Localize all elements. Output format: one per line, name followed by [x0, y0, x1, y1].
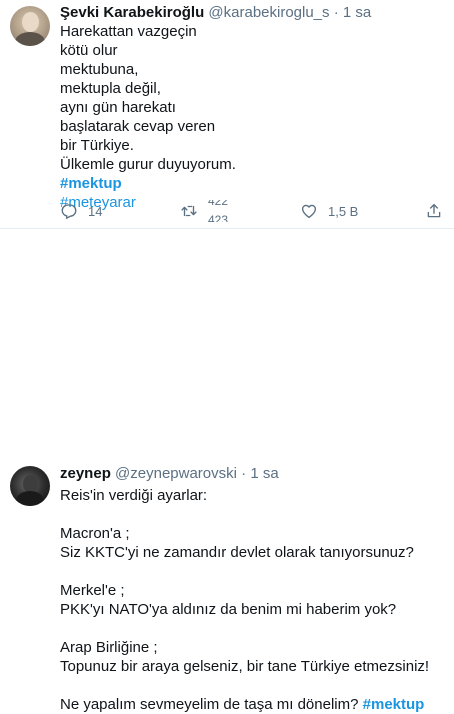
hashtag-link[interactable]: #mektup [60, 175, 122, 192]
retweet-count-new: 423 [208, 213, 229, 222]
text-line: mektubuna, [60, 61, 139, 78]
tweet-header: Şevki Karabekiroğlu @karabekiroglu_s · 1… [60, 3, 371, 23]
avatar-shoulders [16, 491, 44, 506]
tweet-text: Reis'in verdiği ayarlar: Macron'a ; Siz … [60, 486, 429, 714]
avatar-shoulders [15, 32, 45, 46]
tweet-header: zeynep @zeynepwarovski · 1 sa [60, 464, 279, 484]
reply-icon [61, 204, 77, 220]
like-icon [301, 204, 317, 219]
share-icon [427, 203, 441, 218]
separator: · [241, 465, 247, 482]
timestamp[interactable]: 1 sa [250, 465, 278, 482]
timestamp[interactable]: 1 sa [343, 4, 371, 21]
tweet[interactable]: Şevki Karabekiroğlu @karabekiroglu_s · 1… [0, 0, 454, 229]
avatar[interactable] [10, 6, 50, 46]
like-count: 1,5 B [328, 203, 359, 219]
text-line: bir Türkiye. [60, 137, 134, 154]
hashtag-link[interactable]: #mektup [363, 696, 425, 713]
text-line: mektupla değil, [60, 80, 161, 97]
text-line: Harekattan vazgeçin [60, 23, 197, 40]
reply-count: 14 [88, 203, 103, 219]
reply-button[interactable]: 14 [60, 200, 102, 222]
retweet-button[interactable]: 422 423 [180, 200, 238, 222]
like-button[interactable]: 1,5 B [300, 200, 358, 222]
display-name[interactable]: zeynep [60, 465, 111, 482]
text-line: başlatarak cevap veren [60, 118, 216, 135]
tweet[interactable]: zeynep @zeynepwarovski · 1 sa Reis'in ve… [0, 229, 454, 713]
separator: · [333, 4, 339, 21]
retweet-icon [181, 205, 197, 217]
text-line: kötü olur [60, 42, 118, 59]
retweet-count: 422 423 [208, 200, 238, 222]
avatar-face [22, 12, 39, 32]
tweet-actions: 14 422 423 1,5 B [60, 200, 450, 222]
share-button[interactable] [425, 200, 443, 222]
handle[interactable]: @karabekiroglu_s [208, 4, 329, 21]
retweet-count-old: 422 [208, 200, 229, 208]
text-line: aynı gün harekatı [60, 99, 176, 116]
text-body: Reis'in verdiği ayarlar: Macron'a ; Siz … [60, 487, 430, 713]
display-name[interactable]: Şevki Karabekiroğlu [60, 4, 204, 21]
text-line: Ülkemle gurur duyuyorum. [60, 156, 236, 173]
tweet-text: Harekattan vazgeçin kötü olur mektubuna,… [60, 22, 236, 212]
avatar[interactable] [10, 466, 50, 506]
handle[interactable]: @zeynepwarovski [115, 465, 237, 482]
